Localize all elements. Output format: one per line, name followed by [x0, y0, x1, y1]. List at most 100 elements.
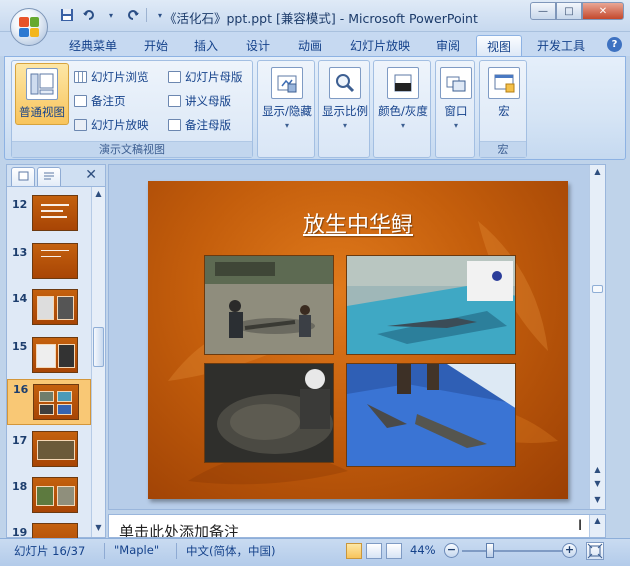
zoom-dropdown-icon: ▾: [342, 121, 347, 130]
slide-show-button[interactable]: 幻灯片放映: [74, 115, 149, 135]
panel-scroll-thumb[interactable]: [93, 327, 104, 367]
normal-view-button[interactable]: 普通视图: [15, 63, 69, 125]
zoom-label: 显示比例: [322, 104, 368, 118]
slide-number: 14: [12, 292, 28, 305]
tab-view[interactable]: 视图: [476, 35, 522, 56]
tab-home[interactable]: 开始: [134, 35, 178, 56]
previous-slide-icon[interactable]: ▲: [592, 465, 603, 477]
normal-view-status-button[interactable]: [346, 543, 362, 559]
quick-access-toolbar: ▾ ▾: [58, 6, 169, 24]
current-slide[interactable]: 放生中华鲟: [148, 181, 568, 499]
minimize-button[interactable]: —: [530, 2, 556, 20]
photo-sturgeon-closeup[interactable]: [204, 363, 334, 463]
zoom-level[interactable]: 44%: [410, 543, 436, 557]
notes-page-icon: [74, 95, 87, 107]
photo-boat-slide[interactable]: [346, 255, 516, 355]
zoom-in-button[interactable]: +: [562, 543, 577, 558]
handout-master-label: 讲义母版: [185, 94, 231, 108]
slide-master-icon: [168, 71, 181, 83]
scroll-up-arrow-icon[interactable]: ▲: [93, 189, 104, 201]
help-icon[interactable]: ?: [607, 37, 622, 52]
maximize-button[interactable]: □: [556, 2, 582, 20]
save-icon[interactable]: [58, 6, 76, 24]
window-label: 窗口: [444, 104, 468, 118]
slide-thumbnail-17[interactable]: 17: [7, 431, 91, 473]
slide-thumbnail-19[interactable]: 19: [7, 523, 91, 539]
slide-counter: 幻灯片 16/37: [14, 544, 86, 558]
slide-thumbnail-16[interactable]: 16: [7, 379, 91, 425]
zoom-button[interactable]: 显示比例 ▾: [319, 63, 371, 130]
group-color-grayscale: 颜色/灰度 ▾: [373, 60, 431, 158]
dropdown-arrow-icon[interactable]: ▾: [102, 6, 120, 24]
slide-thumbnail-18[interactable]: 18: [7, 477, 91, 519]
panel-scrollbar[interactable]: ▲ ▼: [91, 187, 105, 537]
slide-scrollbar[interactable]: ▲ ▲ ▼ ▼: [589, 165, 605, 509]
slide-thumbnail-13[interactable]: 13: [7, 243, 91, 285]
photo-river-release[interactable]: [204, 255, 334, 355]
scroll-down-arrow-icon[interactable]: ▼: [592, 495, 603, 507]
undo-icon[interactable]: [80, 6, 98, 24]
slide-thumbnail-15[interactable]: 15: [7, 337, 91, 379]
ribbon-tab-strip: 经典菜单 开始 插入 设计 动画 幻灯片放映 审阅 视图 开发工具 ?: [0, 32, 630, 56]
ribbon-panel: 普通视图 幻灯片浏览 备注页 幻灯片放映 幻灯片母版 讲义母版 备注母版 演示文…: [4, 56, 626, 160]
tab-classic-menu[interactable]: 经典菜单: [58, 35, 128, 56]
color-grayscale-dropdown-icon: ▾: [400, 121, 405, 130]
show-hide-dropdown-icon: ▾: [284, 121, 289, 130]
slide-number: 16: [13, 383, 29, 396]
next-slide-icon[interactable]: ▼: [592, 479, 603, 491]
slides-panel: ✕ 12 13 14 15 16 17 18 19 ▲ ▼: [6, 164, 106, 539]
slide-thumbnail-image: [33, 384, 79, 420]
slide-sorter-button[interactable]: 幻灯片浏览: [74, 67, 149, 87]
slide-master-button[interactable]: 幻灯片母版: [168, 67, 243, 87]
scroll-up-arrow-icon[interactable]: ▲: [592, 167, 603, 179]
group-show-hide: 显示/隐藏 ▾: [257, 60, 315, 158]
slide-editing-area: 放生中华鲟 ▲ ▲ ▼ ▼: [108, 164, 606, 510]
macros-icon: [488, 67, 520, 99]
close-button[interactable]: ✕: [582, 2, 624, 20]
slides-tab[interactable]: [11, 167, 35, 186]
handout-master-button[interactable]: 讲义母版: [168, 91, 231, 111]
tab-design[interactable]: 设计: [236, 35, 280, 56]
notes-placeholder[interactable]: 单击此处添加备注: [119, 521, 239, 537]
zoom-slider-thumb[interactable]: [486, 543, 494, 558]
slide-thumbnail-14[interactable]: 14: [7, 289, 91, 331]
scroll-up-arrow-icon[interactable]: ▲: [592, 516, 603, 528]
tab-slide-show[interactable]: 幻灯片放映: [340, 35, 420, 56]
window-dropdown-icon: ▾: [453, 121, 458, 130]
notes-master-icon: [168, 119, 181, 131]
slide-scroll-thumb[interactable]: [592, 285, 603, 293]
tab-animations[interactable]: 动画: [288, 35, 332, 56]
notes-master-button[interactable]: 备注母版: [168, 115, 231, 135]
zoom-out-button[interactable]: −: [444, 543, 459, 558]
panel-close-icon[interactable]: ✕: [85, 167, 97, 183]
notes-scrollbar[interactable]: ▲: [589, 515, 605, 537]
redo-icon[interactable]: [124, 6, 142, 24]
photo-blue-tarp[interactable]: [346, 363, 516, 467]
theme-name: "Maple": [114, 543, 160, 557]
outline-tab[interactable]: [37, 167, 61, 186]
slide-thumbnail-12[interactable]: 12: [7, 195, 91, 237]
zoom-slider-track[interactable]: [462, 550, 562, 552]
macros-button[interactable]: 宏: [484, 63, 524, 119]
scroll-down-arrow-icon[interactable]: ▼: [93, 523, 104, 535]
color-grayscale-button[interactable]: 颜色/灰度 ▾: [376, 63, 430, 130]
slide-number: 17: [12, 434, 28, 447]
language-indicator[interactable]: 中文(简体，中国): [186, 543, 275, 559]
slide-thumbnail-image: [32, 195, 78, 231]
tab-review[interactable]: 审阅: [426, 35, 470, 56]
group-presentation-views: 普通视图 幻灯片浏览 备注页 幻灯片放映 幻灯片母版 讲义母版 备注母版 演示文…: [11, 60, 253, 158]
slide-title[interactable]: 放生中华鲟: [148, 207, 568, 239]
text-cursor-icon: I: [578, 518, 583, 534]
tab-developer[interactable]: 开发工具: [528, 35, 594, 56]
slide-show-status-button[interactable]: [386, 543, 402, 559]
color-grayscale-icon: [387, 67, 419, 99]
tab-insert[interactable]: 插入: [184, 35, 228, 56]
slide-sorter-status-button[interactable]: [366, 543, 382, 559]
notes-pane[interactable]: 单击此处添加备注 ▲: [108, 514, 606, 538]
status-separator: [104, 543, 105, 559]
notes-page-button[interactable]: 备注页: [74, 91, 126, 111]
office-button[interactable]: [10, 8, 48, 46]
show-hide-button[interactable]: 显示/隐藏 ▾: [260, 63, 314, 130]
fit-to-window-button[interactable]: [586, 542, 604, 560]
window-button[interactable]: 窗口 ▾: [438, 63, 474, 130]
